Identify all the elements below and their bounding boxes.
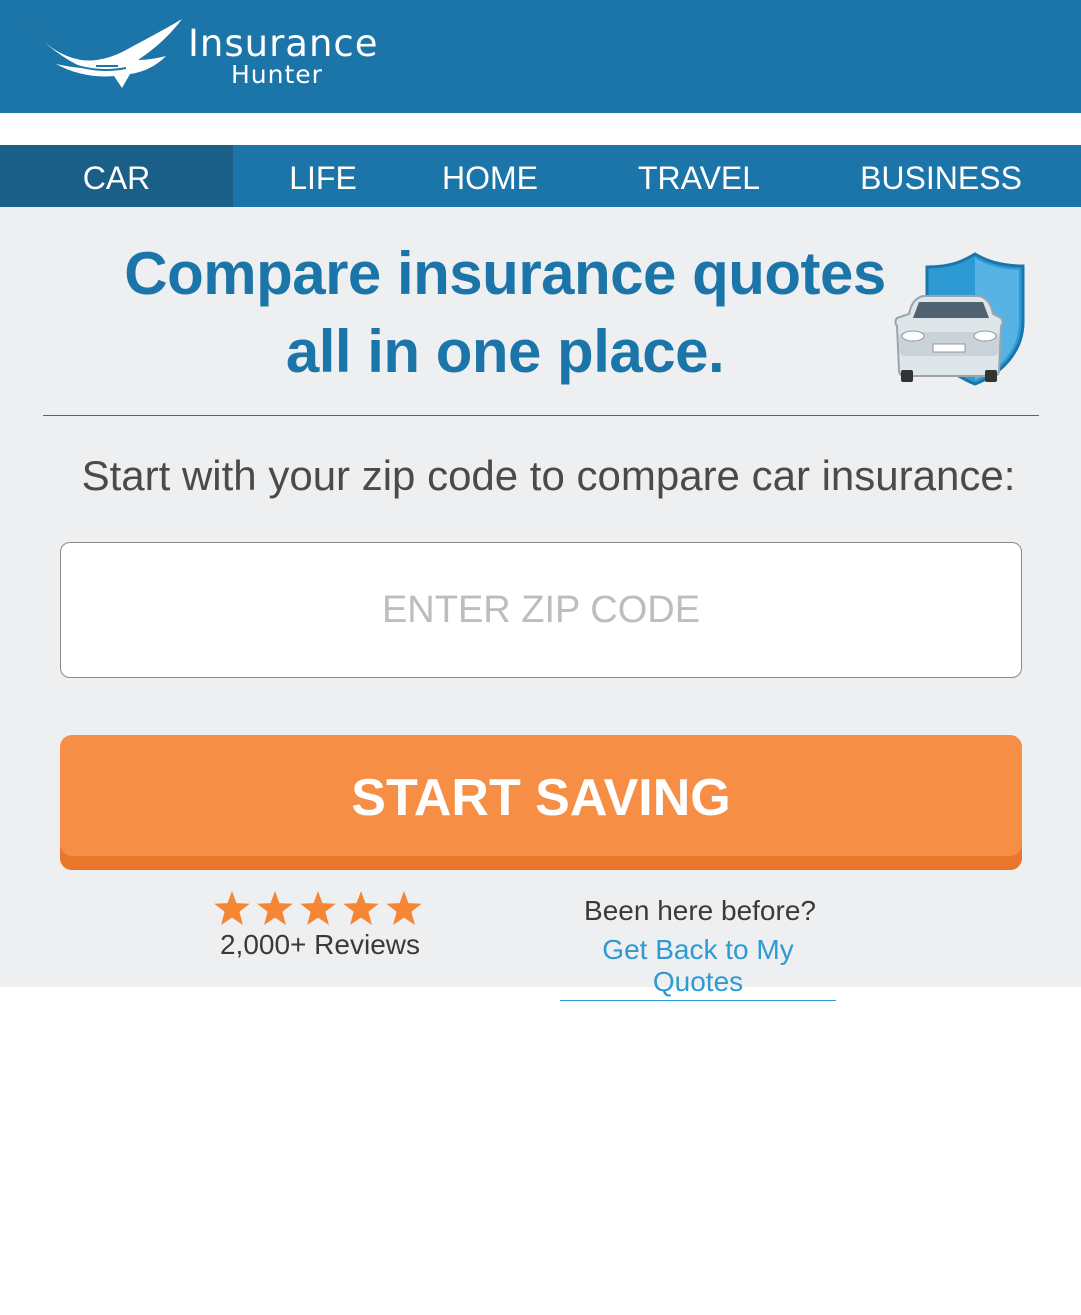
- section-divider: [43, 415, 1039, 416]
- zip-code-input[interactable]: [60, 542, 1022, 678]
- returning-user-prompt: Been here before?: [584, 895, 816, 926]
- quote-panel: Compare insurance quotes all in one plac…: [0, 207, 1081, 1001]
- site-header: Insurance Hunter: [0, 0, 1081, 113]
- brand-name: Insurance: [188, 22, 379, 65]
- page-title: Compare insurance quotes all in one plac…: [90, 235, 920, 391]
- star-icon: [343, 891, 379, 925]
- review-count: 2,000+ Reviews: [219, 929, 420, 960]
- headline-line-2: all in one place.: [285, 318, 725, 385]
- insurance-type-tabs: CAR LIFE HOME TRAVEL BUSINESS: [0, 145, 1081, 207]
- tab-business[interactable]: BUSINESS: [840, 145, 1042, 207]
- eagle-icon: [28, 19, 182, 88]
- tab-life[interactable]: LIFE: [263, 145, 383, 207]
- star-icon: [257, 891, 293, 925]
- get-back-to-quotes-link[interactable]: Get Back to My Quotes: [560, 934, 836, 1001]
- rating-stars: [214, 891, 428, 925]
- tab-car[interactable]: CAR: [0, 145, 233, 207]
- star-icon: [300, 891, 336, 925]
- start-saving-button[interactable]: START SAVING: [60, 735, 1022, 870]
- tab-home[interactable]: HOME: [420, 145, 560, 207]
- tab-travel[interactable]: TRAVEL: [620, 145, 778, 207]
- headline-line-1: Compare insurance quotes: [124, 240, 886, 307]
- brand-subname: Hunter: [231, 60, 323, 89]
- car-shield-icon: [894, 252, 1025, 386]
- star-icon: [386, 891, 422, 925]
- zip-prompt: Start with your zip code to compare car …: [81, 452, 1016, 499]
- brand-logo[interactable]: Insurance Hunter: [26, 16, 378, 96]
- star-icon: [214, 891, 250, 925]
